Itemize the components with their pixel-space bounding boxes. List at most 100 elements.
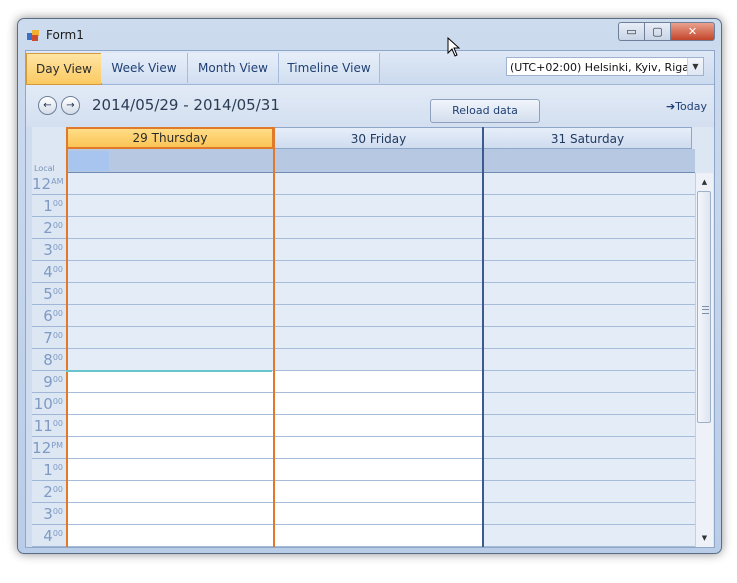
- time-slot[interactable]: [66, 261, 274, 283]
- tab-week-view[interactable]: Week View: [101, 53, 188, 83]
- time-slot[interactable]: [483, 195, 695, 217]
- today-link[interactable]: ➔Today: [666, 100, 707, 113]
- hour-label: 100: [32, 195, 66, 217]
- hour-label: 400: [32, 261, 66, 283]
- hour-label: 12AM: [32, 173, 66, 195]
- time-slot[interactable]: [66, 349, 274, 371]
- time-slot[interactable]: [274, 305, 483, 327]
- tab-day-view[interactable]: Day View: [26, 53, 102, 85]
- time-slot[interactable]: [274, 437, 483, 459]
- time-slot[interactable]: [483, 305, 695, 327]
- time-slot[interactable]: [274, 349, 483, 371]
- time-slot[interactable]: [66, 371, 274, 393]
- mouse-cursor-icon: [447, 37, 461, 57]
- all-day-cell-saturday[interactable]: [483, 149, 695, 173]
- close-button[interactable]: ✕: [670, 22, 715, 41]
- scroll-up-icon[interactable]: ▲: [696, 175, 713, 189]
- app-window: Form1 ▭ ▢ ✕ Day View Week View Month Vie…: [17, 18, 722, 554]
- hour-label: 1000: [32, 393, 66, 415]
- time-slot[interactable]: [483, 283, 695, 305]
- hour-label: 900: [32, 371, 66, 393]
- time-slot[interactable]: [483, 393, 695, 415]
- day-header-thursday[interactable]: 29 Thursday: [66, 127, 274, 149]
- time-slot[interactable]: [483, 525, 695, 547]
- time-slot[interactable]: [274, 239, 483, 261]
- time-slot[interactable]: [66, 525, 274, 547]
- all-day-cell-friday[interactable]: [274, 149, 483, 173]
- hour-label: 200: [32, 217, 66, 239]
- next-arrow-icon[interactable]: →: [61, 96, 80, 115]
- time-slot[interactable]: [483, 503, 695, 525]
- vertical-scrollbar[interactable]: ▲ ▼: [695, 173, 713, 547]
- time-slot[interactable]: [66, 459, 274, 481]
- time-slot[interactable]: [483, 459, 695, 481]
- time-slot[interactable]: [483, 239, 695, 261]
- time-slot[interactable]: [483, 261, 695, 283]
- time-slot[interactable]: [274, 327, 483, 349]
- time-slot[interactable]: [274, 195, 483, 217]
- time-slot[interactable]: [274, 371, 483, 393]
- dropdown-arrow-icon[interactable]: ▼: [687, 58, 703, 75]
- hour-number: 7: [43, 329, 53, 347]
- title-bar[interactable]: Form1 ▭ ▢ ✕: [18, 19, 721, 49]
- time-slot[interactable]: [274, 459, 483, 481]
- time-slot[interactable]: [274, 393, 483, 415]
- time-slot[interactable]: [483, 217, 695, 239]
- time-slot[interactable]: [483, 349, 695, 371]
- time-slot[interactable]: [483, 371, 695, 393]
- day-column-thursday[interactable]: [66, 173, 274, 547]
- time-slot[interactable]: [66, 283, 274, 305]
- time-slot[interactable]: [66, 503, 274, 525]
- time-slot[interactable]: [483, 481, 695, 503]
- time-slot[interactable]: [274, 217, 483, 239]
- hour-label: 1100: [32, 415, 66, 437]
- time-slot[interactable]: [66, 481, 274, 503]
- day-column-saturday[interactable]: [483, 173, 695, 547]
- day-column-friday[interactable]: [274, 173, 483, 547]
- time-slot[interactable]: [66, 437, 274, 459]
- timezone-select[interactable]: (UTC+02:00) Helsinki, Kyiv, Riga, ▼: [506, 57, 704, 76]
- scroll-down-icon[interactable]: ▼: [696, 531, 713, 545]
- time-slot[interactable]: [483, 327, 695, 349]
- time-slot[interactable]: [66, 305, 274, 327]
- time-slot[interactable]: [483, 173, 695, 195]
- reload-data-button[interactable]: Reload data: [430, 99, 540, 123]
- time-slot[interactable]: [66, 239, 274, 261]
- time-slot[interactable]: [274, 503, 483, 525]
- all-day-cell-thursday[interactable]: [66, 149, 274, 173]
- hour-suffix: 00: [52, 419, 63, 428]
- hour-suffix: 00: [52, 397, 63, 406]
- scrollbar-thumb[interactable]: [697, 191, 711, 423]
- time-slot[interactable]: [66, 217, 274, 239]
- hour-label: 500: [32, 283, 66, 305]
- time-slot[interactable]: [66, 393, 274, 415]
- maximize-button[interactable]: ▢: [644, 22, 670, 41]
- time-slot[interactable]: [483, 415, 695, 437]
- hour-label: 600: [32, 305, 66, 327]
- window-title: Form1: [46, 28, 84, 42]
- hour-number: 12: [32, 175, 52, 193]
- tab-month-view[interactable]: Month View: [188, 53, 279, 83]
- minimize-button[interactable]: ▭: [618, 22, 644, 41]
- day-header-saturday[interactable]: 31 Saturday: [483, 127, 692, 149]
- time-slot[interactable]: [274, 415, 483, 437]
- time-slot[interactable]: [274, 283, 483, 305]
- previous-arrow-icon[interactable]: ←: [38, 96, 57, 115]
- time-slot[interactable]: [66, 173, 274, 195]
- time-slot[interactable]: [274, 481, 483, 503]
- time-slot[interactable]: [66, 327, 274, 349]
- time-slot[interactable]: [66, 415, 274, 437]
- time-slot[interactable]: [274, 525, 483, 547]
- time-slot[interactable]: [66, 195, 274, 217]
- time-slot[interactable]: [483, 437, 695, 459]
- hour-number: 5: [43, 285, 53, 303]
- hour-label: 200: [32, 481, 66, 503]
- time-slot[interactable]: [274, 261, 483, 283]
- day-header-friday[interactable]: 30 Friday: [274, 127, 483, 149]
- hour-number: 8: [43, 351, 53, 369]
- time-slot[interactable]: [274, 173, 483, 195]
- tab-timeline-view[interactable]: Timeline View: [279, 53, 380, 83]
- hour-suffix: 00: [52, 507, 63, 516]
- hour-number: 4: [43, 263, 53, 281]
- hour-suffix: 00: [52, 331, 63, 340]
